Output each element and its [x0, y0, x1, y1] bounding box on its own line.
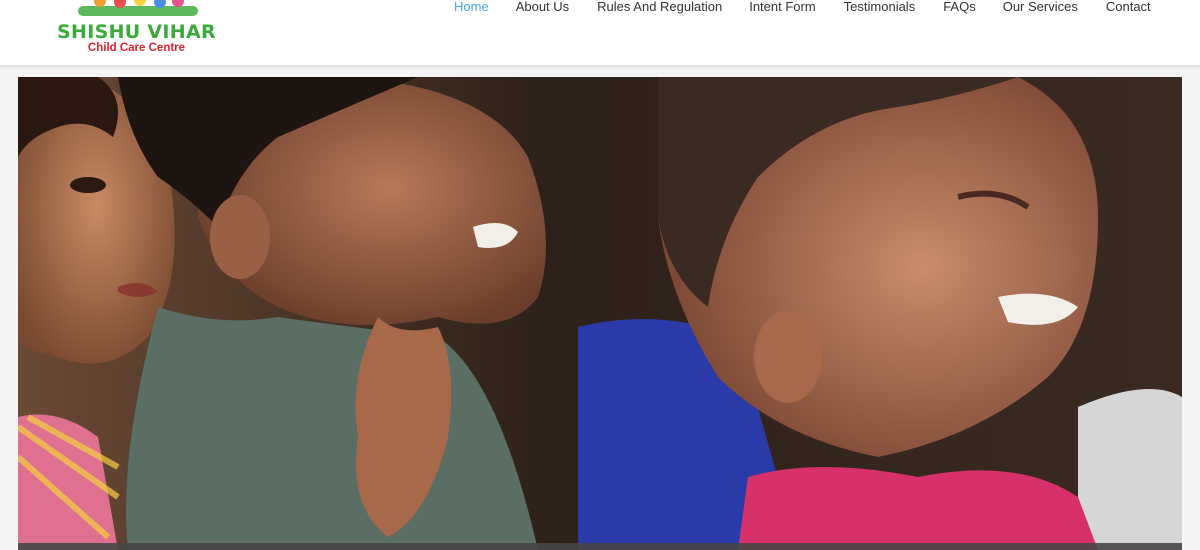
nav-item-about-us[interactable]: About Us — [516, 0, 569, 16]
brand-tagline: Child Care Centre — [87, 42, 186, 54]
hero-slider[interactable] — [18, 77, 1182, 550]
nav-item-intent-form[interactable]: Intent Form — [749, 0, 815, 16]
nav-item-contact[interactable]: Contact — [1106, 0, 1151, 16]
main-navigation: Home About Us Rules And Regulation Inten… — [440, 0, 1151, 16]
logo-link[interactable]: SHISHU VIHAR Child Care Centre — [50, 0, 220, 60]
logo-children-icon — [78, 0, 198, 16]
nav-item-our-services[interactable]: Our Services — [1003, 0, 1078, 16]
slider-caption-bar — [18, 543, 1182, 550]
nav-item-rules[interactable]: Rules And Regulation — [597, 0, 722, 16]
brand-name: SHISHU VIHAR — [57, 21, 216, 43]
nav-item-home[interactable]: Home — [454, 0, 489, 16]
site-header: SHISHU VIHAR Child Care Centre Home Abou… — [0, 0, 1200, 66]
nav-item-testimonials[interactable]: Testimonials — [844, 0, 916, 16]
nav-item-faqs[interactable]: FAQs — [943, 0, 976, 16]
hero-photo-children — [18, 77, 1182, 550]
